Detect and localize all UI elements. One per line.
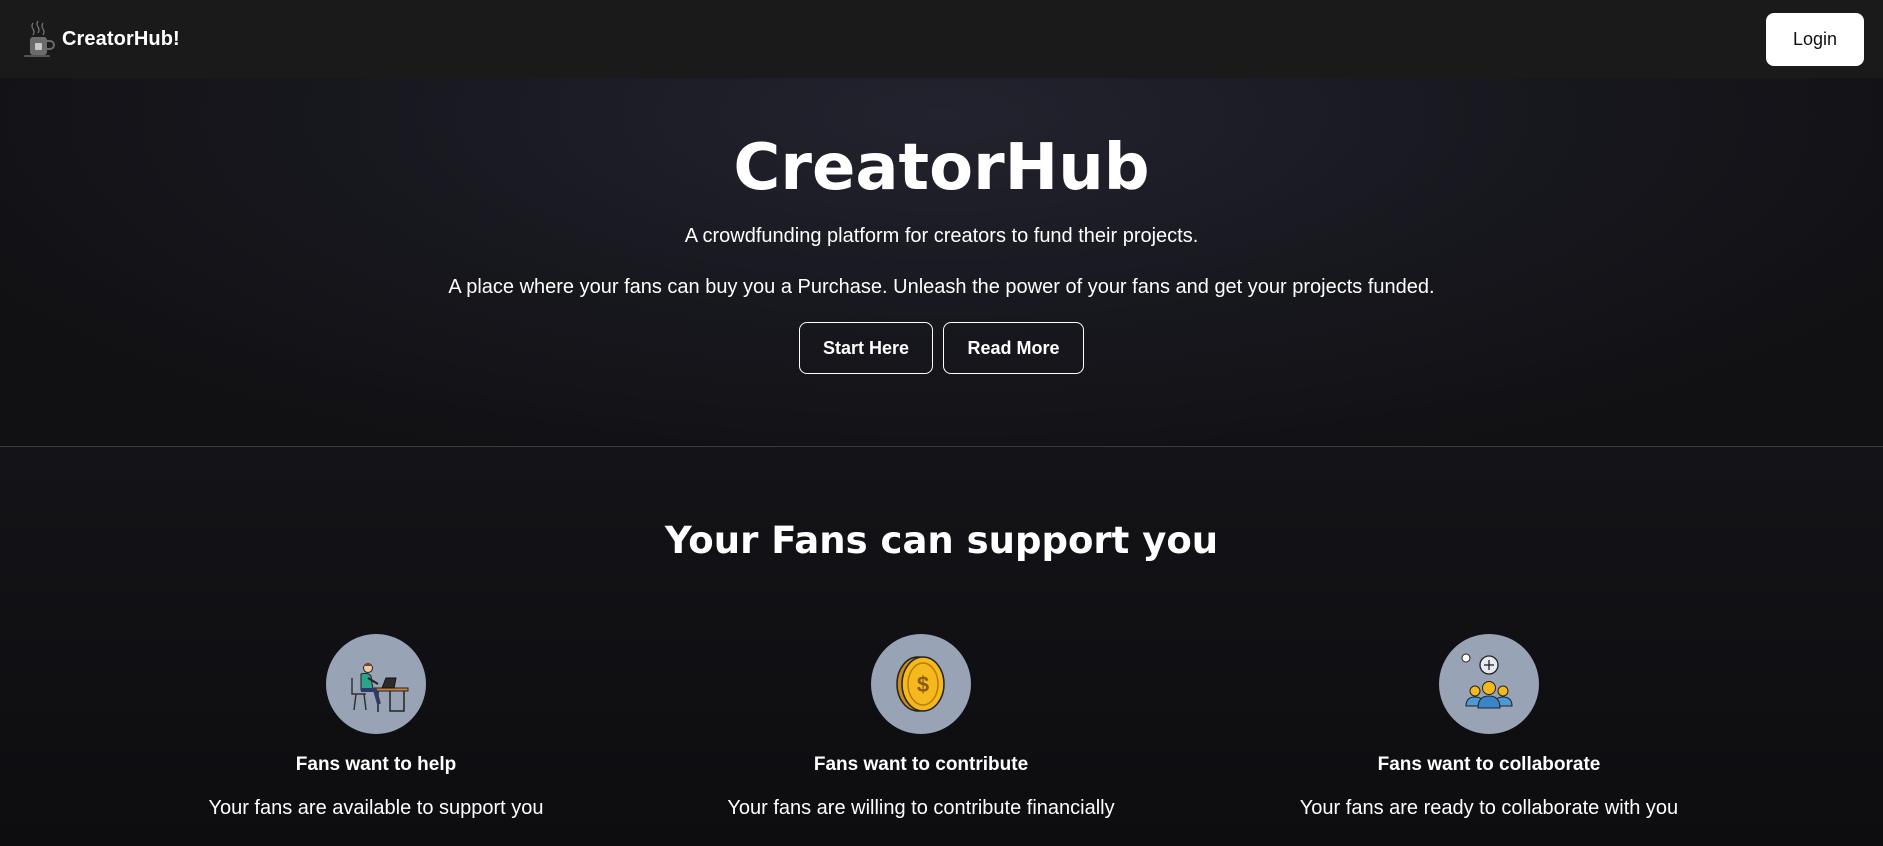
person-at-desk-icon bbox=[326, 634, 426, 734]
feature-title: Fans want to contribute bbox=[813, 754, 1029, 775]
hero-title: CreatorHub bbox=[733, 131, 1150, 205]
login-button[interactable]: Login bbox=[1766, 12, 1864, 66]
hero-description: A place where your fans can buy you a Pu… bbox=[448, 276, 1435, 298]
feature-text: Your fans are ready to collaborate with … bbox=[1299, 797, 1679, 819]
hero-tagline: A crowdfunding platform for creators to … bbox=[684, 225, 1199, 247]
brand-name: CreatorHub! bbox=[62, 27, 180, 50]
features-title: Your Fans can support you bbox=[664, 519, 1219, 562]
tea-cup-icon bbox=[22, 19, 58, 59]
feature-collaborate: Fans want to collaborate Your fans are r… bbox=[1239, 634, 1739, 820]
feature-contribute: $ Fans want to contribute Your fans are … bbox=[671, 634, 1171, 820]
group-collaborate-icon bbox=[1439, 634, 1539, 734]
hero-buttons: Start Here Read More bbox=[0, 322, 1883, 374]
svg-text:$: $ bbox=[917, 672, 929, 697]
features-section: Your Fans can support you Fans want to h… bbox=[0, 447, 1883, 846]
feature-text: Your fans are willing to contribute fina… bbox=[727, 797, 1115, 819]
feature-title: Fans want to collaborate bbox=[1377, 754, 1601, 775]
feature-text: Your fans are available to support you bbox=[208, 797, 544, 819]
feature-help: Fans want to help Your fans are availabl… bbox=[126, 634, 626, 820]
brand[interactable]: CreatorHub! bbox=[22, 19, 180, 59]
start-here-button[interactable]: Start Here bbox=[799, 322, 933, 374]
feature-title: Fans want to help bbox=[295, 754, 457, 775]
read-more-button[interactable]: Read More bbox=[943, 322, 1084, 374]
coin-icon: $ bbox=[871, 634, 971, 734]
navbar: CreatorHub! Login bbox=[0, 0, 1883, 78]
hero-section: CreatorHub A crowdfunding platform for c… bbox=[0, 78, 1883, 446]
